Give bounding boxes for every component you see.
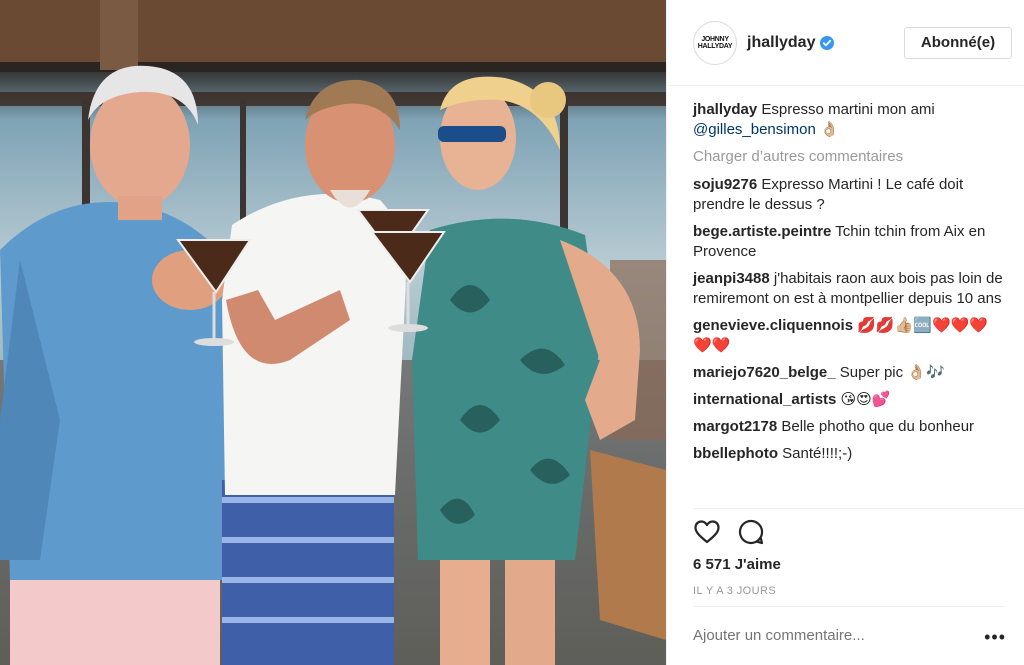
caption: jhallyday Espresso martini mon ami @gill… [693, 100, 1006, 140]
likes-count[interactable]: 6 571 J'aime [693, 556, 781, 573]
comment-item: margot2178 Belle photho que du bonheur [693, 417, 1006, 437]
avatar-text-line1: JOHNNY [701, 35, 729, 43]
comment-username[interactable]: genevieve.cliquennois [693, 317, 853, 334]
comment-text: Belle photho que du bonheur [781, 418, 975, 435]
caption-username[interactable]: jhallyday [693, 101, 757, 118]
comment-username[interactable]: soju9276 [693, 176, 757, 193]
caption-emoji: 👌🏼 [819, 121, 839, 138]
comment-item: bbellephoto Santé!!!!;-) [693, 444, 1006, 464]
comment-text: 😘😍💕 [840, 391, 891, 408]
comment-username[interactable]: jeanpi3488 [693, 270, 770, 287]
comment-username[interactable]: bege.artiste.peintre [693, 223, 831, 240]
comment-username[interactable]: international_artists [693, 391, 836, 408]
caption-text: Espresso martini mon ami [761, 101, 935, 118]
post-actions [693, 518, 765, 546]
comments-list: jhallyday Espresso martini mon ami @gill… [667, 86, 1024, 508]
avatar-text-line2: HALLYDAY [697, 42, 733, 50]
avatar[interactable]: JOHNNY HALLYDAY [693, 20, 737, 65]
comment-item: jeanpi3488 j'habitais raon aux bois pas … [693, 269, 1006, 309]
following-button[interactable]: Abonné(e) [904, 26, 1012, 59]
post-timestamp: IL Y A 3 JOURS [693, 585, 777, 597]
username-link[interactable]: jhallyday [747, 34, 815, 52]
caption-mention-link[interactable]: @gilles_bensimon [693, 121, 816, 138]
comment-bubble-icon[interactable] [737, 518, 765, 546]
comment-username[interactable]: bbellephoto [693, 445, 778, 462]
comment-text: Santé!!!!;-) [782, 445, 853, 462]
comment-item: mariejo7620_belge_ Super pic 👌🏼🎶 [693, 363, 1006, 383]
comment-item: soju9276 Expresso Martini ! Le café doit… [693, 175, 1006, 215]
post-side-panel: JOHNNY HALLYDAY jhallyday Abonné(e) jhal… [666, 0, 1024, 665]
photo-illustration [0, 0, 666, 665]
comment-item: genevieve.cliquennois 💋💋👍🏼🆒❤️❤️❤️❤️❤️ [693, 316, 1006, 356]
divider [693, 508, 1024, 509]
comment-username[interactable]: margot2178 [693, 418, 777, 435]
add-comment-input[interactable] [693, 627, 973, 644]
heart-icon[interactable] [693, 518, 721, 546]
load-more-comments-button[interactable]: Charger d’autres commentaires [693, 147, 1006, 167]
verified-badge-icon [820, 35, 835, 50]
post-header: JOHNNY HALLYDAY jhallyday Abonné(e) [667, 0, 1024, 86]
comment-text: Super pic 👌🏼🎶 [839, 364, 945, 381]
comment-username[interactable]: mariejo7620_belge_ [693, 364, 836, 381]
more-options-icon[interactable]: ••• [984, 628, 1006, 646]
comment-item: bege.artiste.peintre Tchin tchin from Ai… [693, 222, 1006, 262]
comment-item: international_artists 😘😍💕 [693, 390, 1006, 410]
post-photo[interactable] [0, 0, 666, 665]
divider [693, 606, 1006, 607]
